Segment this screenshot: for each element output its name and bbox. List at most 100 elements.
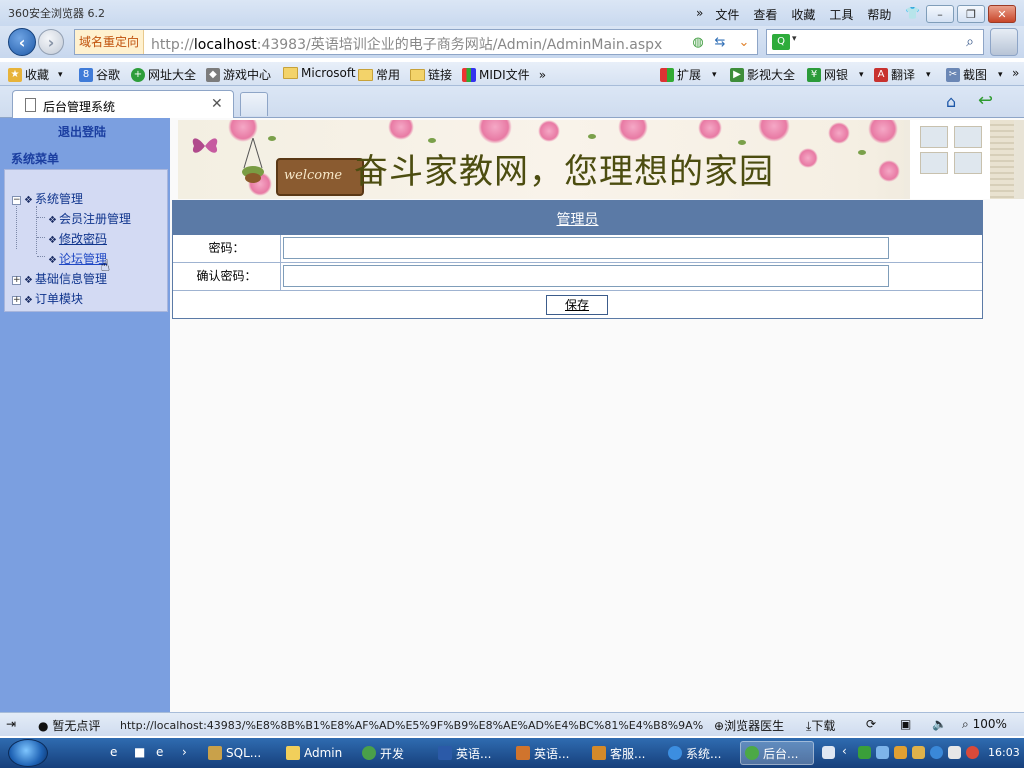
- sidebar-toggle-icon[interactable]: ⇥: [6, 717, 16, 731]
- menu-help[interactable]: 帮助: [867, 6, 891, 23]
- taskbar-item-dev[interactable]: 开发: [358, 741, 408, 765]
- confirm-password-field[interactable]: [283, 265, 889, 287]
- diamond-icon: ❖: [48, 215, 57, 226]
- tray-app-icon[interactable]: [858, 746, 871, 759]
- network-icon[interactable]: [876, 746, 889, 759]
- forward-button[interactable]: ›: [38, 29, 64, 55]
- video-icon: ▶: [730, 67, 744, 82]
- collapse-icon[interactable]: −: [12, 196, 21, 205]
- tray-app-icon[interactable]: [966, 746, 979, 759]
- search-input[interactable]: Q ▾: [766, 29, 984, 55]
- address-bar[interactable]: 域名重定向 http://localhost:43983/英语培训企业的电子商务…: [74, 29, 758, 55]
- fav-translate[interactable]: A 翻译 ▾: [874, 66, 931, 83]
- url-text[interactable]: http://localhost:43983/英语培训企业的电子商务网站/Adm…: [151, 34, 662, 54]
- taskbar-item-service[interactable]: 客服...: [588, 741, 649, 765]
- taskbar-item-sql[interactable]: SQL...: [204, 741, 265, 765]
- tray-app-icon[interactable]: [930, 746, 943, 759]
- fav-video[interactable]: ▶ 影视大全: [730, 66, 795, 83]
- start-button[interactable]: [8, 739, 48, 767]
- nav-site-icon: +: [131, 67, 145, 82]
- fav-extend[interactable]: 扩展 ▾: [660, 66, 717, 83]
- new-tab-button[interactable]: [240, 92, 268, 116]
- security-shield-icon[interactable]: ◍: [689, 34, 707, 52]
- fav-nav[interactable]: + 网址大全: [131, 66, 196, 83]
- fav-midi[interactable]: MIDI文件»: [462, 66, 546, 83]
- taskbar-item-admin-page[interactable]: 后台...: [740, 741, 814, 765]
- volume-icon[interactable]: 🔈: [932, 717, 947, 731]
- tray-expand-icon[interactable]: ‹: [842, 744, 847, 758]
- password-row: 密码：: [173, 235, 982, 263]
- menu-favorites[interactable]: 收藏: [791, 6, 815, 23]
- engine-dropdown-icon[interactable]: ▾: [792, 34, 797, 44]
- menu-view[interactable]: 查看: [753, 6, 777, 23]
- flower-decoration: [868, 120, 898, 144]
- rating-item[interactable]: ● 暂无点评: [38, 717, 100, 734]
- menu-file[interactable]: 文件: [715, 6, 739, 23]
- compat-mode-icon[interactable]: ⇆: [711, 34, 729, 52]
- browser-doctor[interactable]: ⊕浏览器医生: [714, 717, 784, 734]
- window-icon[interactable]: ▣: [900, 717, 911, 731]
- folder-icon: [410, 68, 425, 81]
- user-avatar[interactable]: [990, 28, 1018, 56]
- back-button[interactable]: ‹: [8, 28, 36, 56]
- fav-microsoft[interactable]: Microsoft: [283, 66, 356, 80]
- fav-bank[interactable]: ¥ 网银 ▾: [807, 66, 864, 83]
- chevron-right-icon[interactable]: ›: [182, 745, 187, 759]
- clock[interactable]: 16:03: [988, 746, 1020, 759]
- download-item[interactable]: ⤓下载: [806, 717, 835, 734]
- restore-button[interactable]: ❐: [957, 5, 985, 23]
- taskbar-item-system[interactable]: 系统...: [664, 741, 725, 765]
- home-icon[interactable]: ⌂: [946, 92, 956, 111]
- tree-line: [37, 237, 45, 238]
- tree-node-member-reg[interactable]: ❖ 会员注册管理: [48, 210, 131, 227]
- fav-games[interactable]: ◆ 游戏中心: [206, 66, 271, 83]
- taskbar-item-admin[interactable]: Admin: [282, 741, 346, 765]
- dropdown-chevron-icon[interactable]: ⌄: [735, 34, 753, 52]
- window-pane: [954, 152, 982, 174]
- undo-arrow-icon[interactable]: ↩: [978, 90, 993, 111]
- password-label: 密码：: [173, 235, 281, 262]
- minimize-button[interactable]: –: [926, 5, 954, 23]
- gamepad-icon: ◆: [206, 67, 220, 82]
- chevron-more-icon[interactable]: »: [696, 6, 703, 23]
- tab-admin[interactable]: 后台管理系统 ✕: [12, 90, 234, 118]
- chevron-more-icon: »: [538, 67, 547, 82]
- browser-quicklaunch-icon[interactable]: e: [156, 745, 163, 759]
- close-window-button[interactable]: ✕: [988, 5, 1016, 23]
- ie-quicklaunch-icon[interactable]: e: [110, 745, 117, 759]
- fav-common[interactable]: 常用: [358, 66, 400, 83]
- flower-decoration: [478, 120, 512, 144]
- volume-tray-icon[interactable]: [948, 746, 961, 759]
- save-button[interactable]: 保存: [546, 295, 608, 315]
- expand-icon[interactable]: +: [12, 276, 21, 285]
- redirect-badge[interactable]: 域名重定向: [75, 30, 145, 54]
- taskbar-item-english-1[interactable]: 英语...: [434, 741, 495, 765]
- menu-tools[interactable]: 工具: [829, 6, 853, 23]
- flag-quicklaunch-icon[interactable]: ■: [134, 745, 145, 759]
- tree-node-basic-info[interactable]: + ❖ 基础信息管理: [12, 270, 107, 287]
- password-field[interactable]: [283, 237, 889, 259]
- diamond-icon: ❖: [48, 235, 57, 246]
- zoom-control[interactable]: ⌕ 100%: [962, 717, 1007, 732]
- expand-icon[interactable]: +: [12, 296, 21, 305]
- tray-app-icon[interactable]: [894, 746, 907, 759]
- tree-node-system[interactable]: − ❖ 系统管理: [12, 190, 83, 207]
- logout-link[interactable]: 退出登陆: [58, 123, 106, 140]
- keyboard-icon[interactable]: [822, 746, 835, 759]
- search-engine-icon[interactable]: Q: [772, 34, 790, 50]
- shirt-skin-icon[interactable]: 👕: [905, 6, 920, 23]
- window-pane: [920, 152, 948, 174]
- tree-node-change-password[interactable]: ❖ 修改密码: [48, 230, 107, 247]
- close-tab-icon[interactable]: ✕: [211, 96, 223, 112]
- taskbar-item-english-2[interactable]: 英语...: [512, 741, 573, 765]
- fav-collect[interactable]: ★ 收藏 ▾: [8, 66, 63, 83]
- search-icon[interactable]: ⌕: [958, 30, 982, 54]
- tree-node-orders[interactable]: + ❖ 订单模块: [12, 290, 83, 307]
- fav-screenshot[interactable]: ✂ 截图 ▾: [946, 66, 1003, 83]
- dropdown-icon: ▾: [58, 69, 63, 80]
- chevron-more-icon[interactable]: »: [1012, 66, 1019, 80]
- fav-google[interactable]: 8 谷歌: [79, 66, 120, 83]
- tray-app-icon[interactable]: [912, 746, 925, 759]
- refresh-icon[interactable]: ⟳: [866, 717, 876, 731]
- fav-links[interactable]: 链接: [410, 66, 452, 83]
